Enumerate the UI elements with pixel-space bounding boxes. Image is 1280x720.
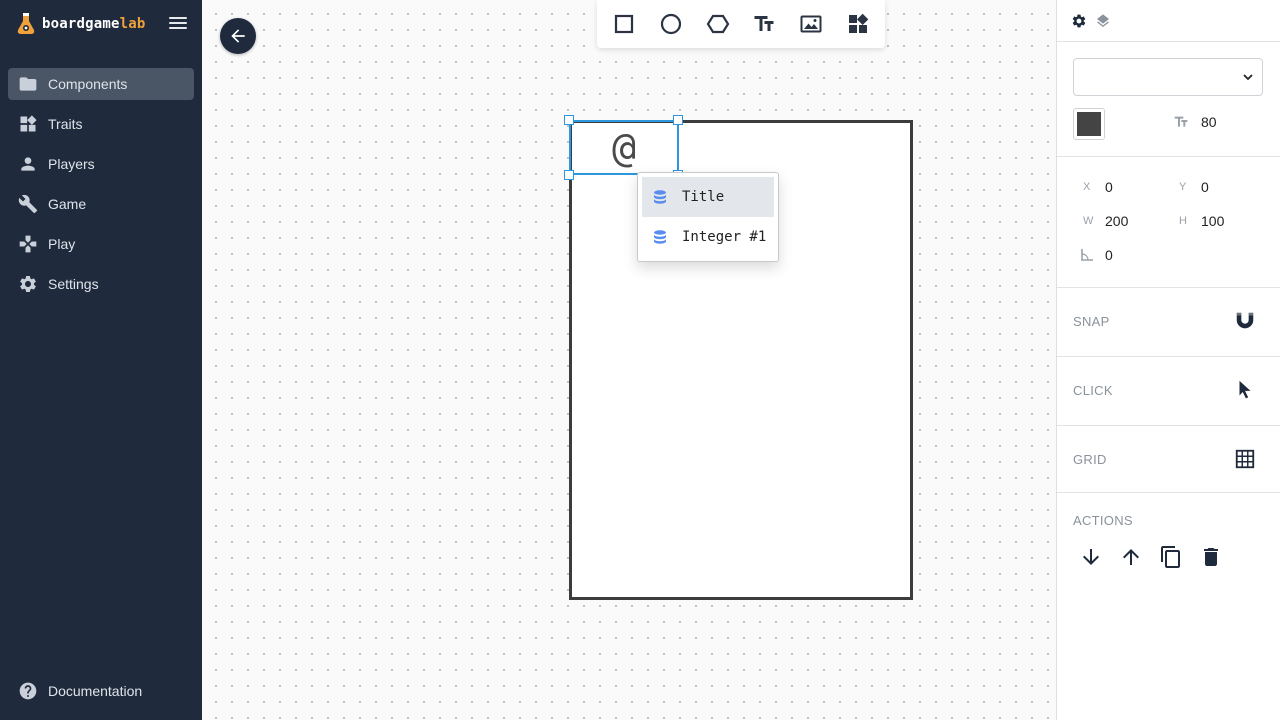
sidebar-item-players[interactable]: Players — [8, 148, 194, 180]
click-label: CLICK — [1073, 383, 1113, 398]
add-circle-button[interactable] — [651, 4, 691, 44]
sidebar-item-settings[interactable]: Settings — [8, 268, 194, 300]
widgets-icon — [848, 13, 868, 33]
cursor-icon[interactable] — [1234, 379, 1256, 401]
flask-logo-icon — [17, 13, 35, 34]
snap-label: SNAP — [1073, 314, 1110, 329]
delete-icon[interactable] — [1199, 545, 1223, 569]
help-icon — [18, 681, 38, 701]
properties-panel: 80 X 0 Y 0 W 200 H 100 0 SNAP CLICK GRID… — [1056, 0, 1280, 720]
documentation-label: Documentation — [48, 683, 143, 699]
add-hexagon-button[interactable] — [698, 4, 738, 44]
text-size-icon — [1174, 116, 1188, 127]
autocomplete-item-label: Integer #1 — [682, 229, 767, 245]
y-label: Y — [1179, 181, 1187, 193]
autocomplete-item-title[interactable]: Title — [642, 177, 774, 217]
y-field[interactable]: Y 0 — [1179, 179, 1209, 195]
resize-handle-bottom-left[interactable] — [564, 170, 574, 180]
sidebar-item-traits[interactable]: Traits — [8, 108, 194, 140]
height-value: 100 — [1201, 213, 1225, 229]
grid-label: GRID — [1073, 452, 1107, 467]
height-field[interactable]: H 100 — [1179, 213, 1224, 229]
autocomplete-item-integer[interactable]: Integer #1 — [642, 217, 774, 257]
sidebar-item-label: Components — [48, 76, 128, 92]
magnet-icon[interactable] — [1234, 310, 1256, 332]
color-swatch[interactable] — [1073, 108, 1105, 140]
arrow-left-icon — [231, 29, 245, 43]
sidebar-item-label: Play — [48, 236, 76, 252]
w-label: W — [1083, 215, 1094, 227]
add-text-button[interactable] — [744, 4, 784, 44]
panel-tabs — [1057, 0, 1280, 42]
color-swatch-fill — [1077, 112, 1101, 136]
database-icon — [654, 190, 666, 204]
sidebar-item-label: Game — [48, 196, 87, 212]
text-icon — [754, 16, 774, 31]
sidebar-item-game[interactable]: Game — [8, 188, 194, 220]
gear-icon — [18, 274, 38, 294]
angle-value: 0 — [1105, 247, 1113, 263]
gear-icon[interactable] — [1071, 13, 1087, 29]
actions-label: ACTIONS — [1073, 513, 1133, 528]
rectangle-icon — [615, 14, 634, 34]
style-section: 80 — [1057, 42, 1280, 157]
grid-section: GRID — [1057, 426, 1280, 493]
shape-toolbar — [597, 0, 885, 48]
actions-section: ACTIONS — [1057, 493, 1280, 593]
brand-name-accent: lab — [119, 16, 146, 32]
snap-section: SNAP — [1057, 288, 1280, 357]
add-component-button[interactable] — [838, 4, 878, 44]
widgets-icon — [18, 114, 38, 134]
grid-icon[interactable] — [1234, 448, 1256, 470]
hexagon-icon — [706, 14, 729, 34]
sidebar: boardgamelab Components Traits Players G… — [0, 0, 202, 720]
angle-icon — [1081, 249, 1093, 261]
sidebar-item-play[interactable]: Play — [8, 228, 194, 260]
width-value: 200 — [1105, 213, 1129, 229]
field-autocomplete-menu: Title Integer #1 — [637, 172, 779, 262]
documentation-link[interactable]: Documentation — [18, 681, 142, 701]
x-field[interactable]: X 0 — [1083, 179, 1113, 195]
back-button[interactable] — [220, 18, 256, 54]
move-up-icon[interactable] — [1119, 545, 1143, 569]
add-rectangle-button[interactable] — [604, 4, 644, 44]
brand-logo[interactable]: boardgamelab — [16, 10, 146, 38]
font-size-field[interactable]: 80 — [1173, 114, 1217, 130]
gamepad-icon — [18, 234, 38, 254]
click-section: CLICK — [1057, 357, 1280, 426]
actions-row — [1079, 545, 1239, 569]
angle-field[interactable]: 0 — [1079, 247, 1113, 263]
y-value: 0 — [1201, 179, 1209, 195]
sidebar-item-label: Settings — [48, 276, 99, 292]
wrench-icon — [18, 194, 38, 214]
chevron-down-icon — [1243, 74, 1253, 81]
sidebar-item-label: Players — [48, 156, 95, 172]
layers-icon[interactable] — [1095, 13, 1111, 29]
image-icon — [800, 15, 822, 33]
folder-icon — [18, 74, 38, 94]
x-label: X — [1083, 181, 1091, 193]
resize-handle-top-right[interactable] — [673, 115, 683, 125]
resize-handle-top-left[interactable] — [564, 115, 574, 125]
selected-text-element[interactable]: @ — [569, 120, 679, 175]
font-select[interactable] — [1073, 58, 1263, 96]
design-canvas[interactable]: @ Title Integer #1 — [202, 0, 1056, 720]
move-down-icon[interactable] — [1079, 545, 1103, 569]
database-icon — [654, 230, 666, 244]
duplicate-icon[interactable] — [1159, 545, 1183, 569]
person-icon — [18, 154, 38, 174]
sidebar-item-label: Traits — [48, 116, 83, 132]
geometry-section: X 0 Y 0 W 200 H 100 0 — [1057, 157, 1280, 288]
sidebar-item-components[interactable]: Components — [8, 68, 194, 100]
width-field[interactable]: W 200 — [1083, 213, 1128, 229]
brand-name: boardgame — [42, 16, 120, 32]
sidebar-nav: Components Traits Players Game Play Sett… — [8, 68, 194, 308]
h-label: H — [1179, 215, 1187, 227]
add-image-button[interactable] — [791, 4, 831, 44]
circle-icon — [660, 13, 682, 35]
x-value: 0 — [1105, 179, 1113, 195]
font-size-value: 80 — [1201, 114, 1217, 130]
menu-toggle-icon[interactable] — [166, 14, 190, 34]
autocomplete-item-label: Title — [682, 189, 725, 205]
